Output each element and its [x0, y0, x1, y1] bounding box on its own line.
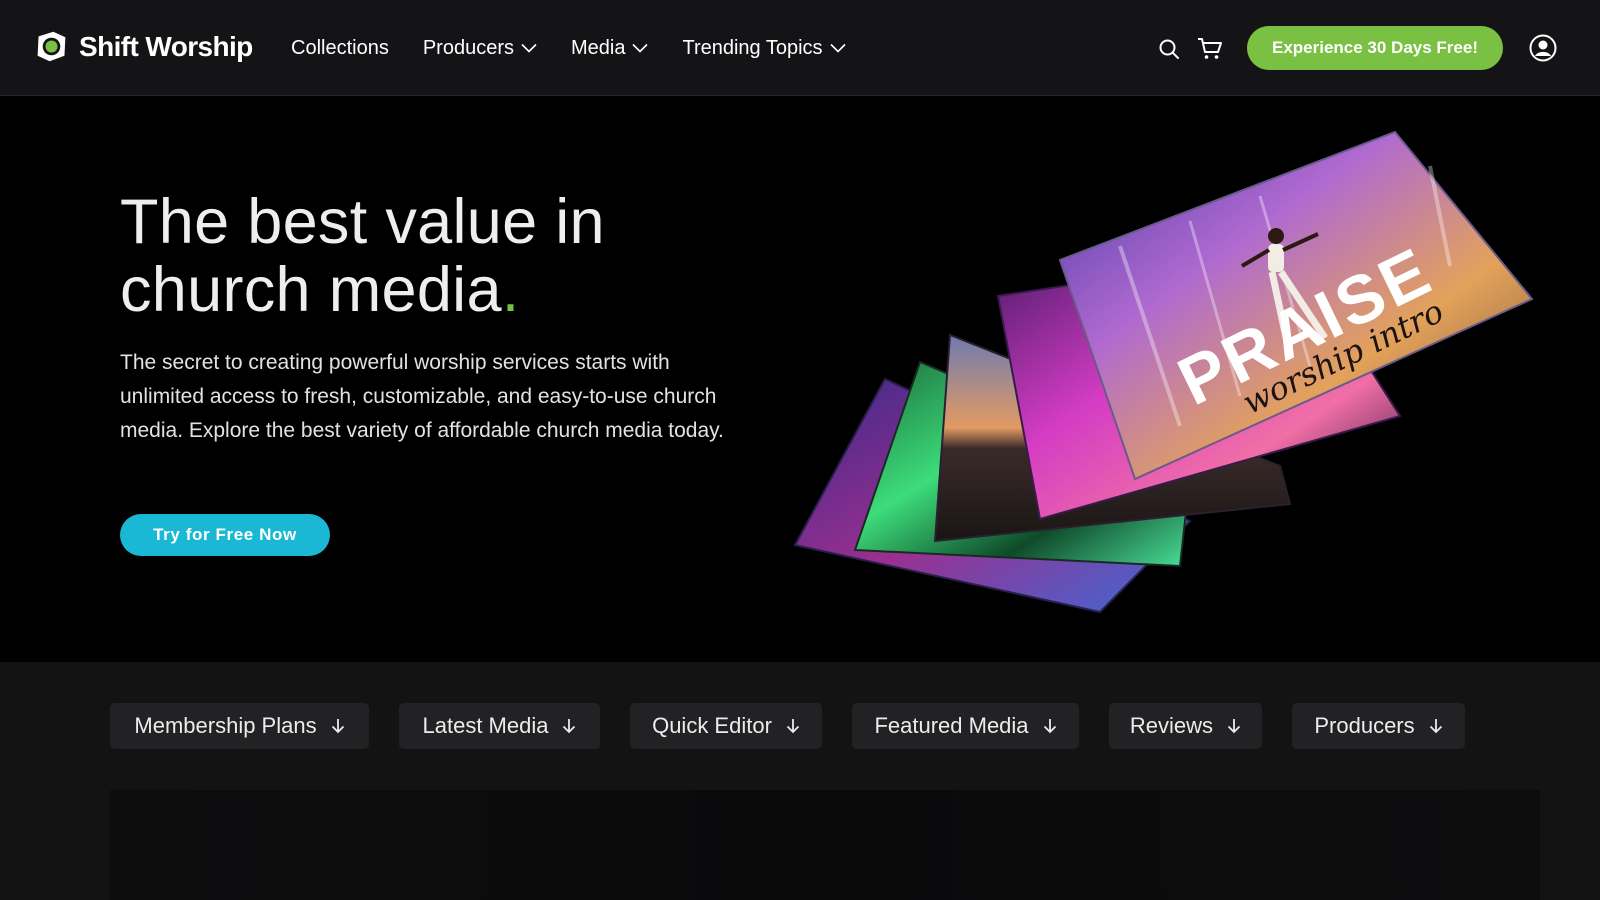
hero-section: The best value in church media. The secr… — [0, 96, 1600, 662]
arrow-down-icon — [331, 719, 344, 734]
main-nav: Collections Producers Media Trending Top… — [291, 0, 880, 96]
nav-item-label: Collections — [291, 36, 389, 59]
jump-button-label: Producers — [1314, 713, 1415, 738]
arrow-down-icon — [563, 719, 576, 734]
nav-item-label: Media — [570, 36, 626, 59]
hero-description: The secret to creating powerful worship … — [120, 351, 724, 442]
section-jump-nav: Membership Plans Latest Media Quick Edit… — [0, 662, 1600, 790]
brand-name: Shift Worship — [79, 30, 253, 62]
nav-item-trending-topics[interactable]: Trending Topics — [682, 36, 846, 60]
nav-item-label: Trending Topics — [682, 36, 823, 59]
arrow-down-icon — [1429, 719, 1442, 734]
jump-button-label: Latest Media — [422, 713, 549, 738]
chevron-down-icon — [829, 43, 846, 53]
jump-membership-plans-button[interactable]: Membership Plans — [110, 703, 369, 749]
next-section-preview — [0, 790, 1600, 900]
jump-featured-media-button[interactable]: Featured Media — [852, 703, 1079, 749]
shift-logo-icon — [37, 31, 66, 62]
jump-button-label: Membership Plans — [134, 713, 317, 738]
cart-icon[interactable] — [1197, 37, 1223, 61]
hero-title-line1: The best value in — [120, 187, 605, 257]
nav-item-label: Producers — [422, 36, 514, 59]
jump-quick-editor-button[interactable]: Quick Editor — [630, 703, 822, 749]
jump-producers-button[interactable]: Producers — [1292, 703, 1465, 749]
search-icon[interactable] — [1157, 37, 1181, 61]
jump-button-label: Reviews — [1129, 713, 1214, 738]
hero-title-period: . — [501, 255, 520, 325]
hero-title-line2: church media — [120, 255, 502, 325]
jump-button-label: Featured Media — [874, 713, 1029, 738]
nav-item-media[interactable]: Media — [570, 36, 649, 60]
nav-item-collections[interactable]: Collections — [291, 37, 389, 60]
logo[interactable]: Shift Worship — [33, 28, 253, 65]
chevron-down-icon — [632, 43, 649, 53]
jump-reviews-button[interactable]: Reviews — [1109, 703, 1262, 749]
free-trial-button[interactable]: Experience 30 Days Free! — [1247, 26, 1503, 70]
jump-latest-media-button[interactable]: Latest Media — [399, 703, 600, 749]
next-section-panel — [110, 790, 1540, 900]
arrow-down-icon — [786, 719, 800, 734]
jump-button-label: Quick Editor — [652, 713, 772, 738]
user-circle-icon[interactable] — [1529, 34, 1557, 62]
site-header: Shift Worship Collections Producers Medi… — [0, 0, 1600, 96]
try-free-button[interactable]: Try for Free Now — [120, 514, 330, 556]
nav-item-producers[interactable]: Producers — [423, 37, 537, 60]
arrow-down-icon — [1227, 719, 1241, 734]
chevron-down-icon — [521, 43, 537, 53]
media-stack-illustration: PRAISE worship intro — [793, 130, 1534, 614]
arrow-down-icon — [1043, 719, 1056, 734]
hero-title: The best value in church media. — [120, 188, 760, 324]
